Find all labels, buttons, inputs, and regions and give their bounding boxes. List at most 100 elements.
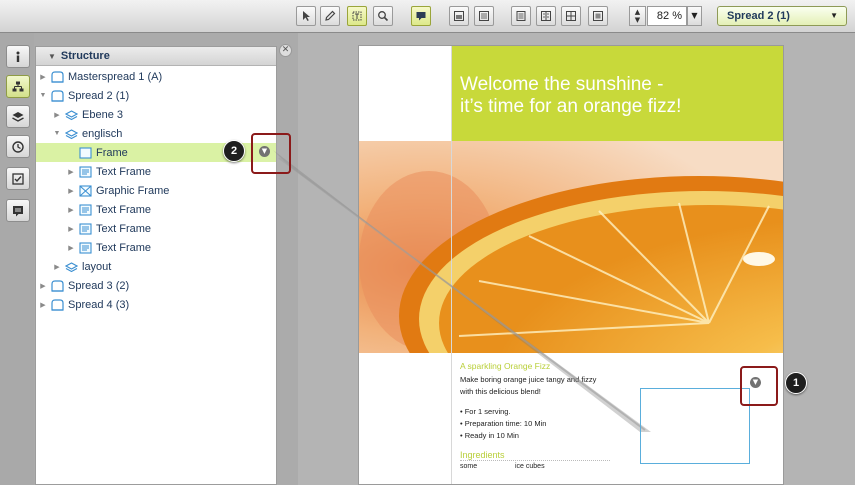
grid-view-icon[interactable] xyxy=(561,6,581,26)
tree-item-label: Text Frame xyxy=(96,165,152,178)
collapse-triangle-icon: ▼ xyxy=(48,52,56,61)
expand-right-icon[interactable]: ▶ xyxy=(52,263,62,271)
frame-icon xyxy=(79,146,92,159)
page-headline: Welcome the sunshine - it’s time for an … xyxy=(460,74,760,118)
tree-item-label: Spread 2 (1) xyxy=(68,89,130,102)
layer-icon xyxy=(65,128,78,140)
expand-right-icon[interactable]: ▶ xyxy=(66,168,76,176)
tree-item-label: Graphic Frame xyxy=(96,184,170,197)
fit-page-icon[interactable] xyxy=(588,6,608,26)
zoom-stepper[interactable]: ▲ ▼ xyxy=(629,6,646,26)
expand-right-icon[interactable]: ▶ xyxy=(38,301,48,309)
layer-icon xyxy=(65,109,78,121)
headline-line-1: Welcome the sunshine - xyxy=(460,74,664,95)
zoom-input[interactable]: 82 % xyxy=(647,6,687,26)
expand-down-icon[interactable]: ▼ xyxy=(38,92,48,99)
top-toolbar: ▲ ▼ 82 % ▼ Spread 2 (1) ▼ xyxy=(0,0,855,33)
spread-icon xyxy=(51,70,64,83)
tree-item[interactable]: ▶ Text Frame xyxy=(36,219,276,238)
text-frame-icon xyxy=(79,222,92,235)
ingredients-heading: Ingredients xyxy=(460,450,610,461)
spread-icon xyxy=(51,279,64,292)
expand-right-icon[interactable]: ▶ xyxy=(66,244,76,252)
expand-right-icon[interactable]: ▶ xyxy=(66,206,76,214)
image-view-icon[interactable] xyxy=(449,6,469,26)
bullet-ready-time: • Ready in 10 Min xyxy=(460,431,519,440)
callout-badge-1: 1 xyxy=(785,372,807,394)
tree-item-label: Text Frame xyxy=(96,222,152,235)
structure-panel: ▼ Structure ▶ Masterspread 1 (A) ▼ Spread 2 … xyxy=(35,46,277,485)
zoom-magnifier-icon[interactable] xyxy=(373,6,393,26)
expand-down-icon[interactable]: ▼ xyxy=(52,130,62,137)
expand-right-icon[interactable]: ▶ xyxy=(66,225,76,233)
bullet-prep-time: • Preparation time: 10 Min xyxy=(460,419,547,428)
tree-item-label: Text Frame xyxy=(96,203,152,216)
structure-panel-title: Structure xyxy=(60,50,110,62)
tree-item[interactable]: ▶ Text Frame xyxy=(36,200,276,219)
side-rail xyxy=(0,33,34,485)
callout-highlight-2 xyxy=(251,133,291,174)
graphic-frame-icon xyxy=(79,184,92,197)
tree-item[interactable]: ▶ Text Frame xyxy=(36,162,276,181)
structure-icon[interactable] xyxy=(6,75,30,98)
history-icon[interactable] xyxy=(6,135,30,158)
text-frame-icon xyxy=(79,241,92,254)
callout-highlight-1 xyxy=(740,366,778,406)
tree-item-label: Spread 4 (3) xyxy=(68,298,130,311)
ingredient-row: some ice cubes xyxy=(460,463,620,470)
expand-right-icon[interactable]: ▶ xyxy=(38,282,48,290)
tree-item[interactable]: ▶ Spread 4 (3) xyxy=(36,295,276,314)
selected-frame-outline[interactable] xyxy=(640,388,750,464)
tree-item-label: Frame xyxy=(96,146,128,159)
tree-item[interactable]: ▼ Spread 2 (1) xyxy=(36,86,276,105)
tree-item[interactable]: ▶ layout xyxy=(36,257,276,276)
tree-item-label: layout xyxy=(82,260,112,273)
tree-item[interactable]: ▶ Text Frame xyxy=(36,238,276,257)
close-icon[interactable]: ✕ xyxy=(279,44,292,57)
callout-badge-2: 2 xyxy=(223,140,245,162)
structure-panel-header[interactable]: ▼ Structure xyxy=(36,47,276,66)
text-frame-icon xyxy=(79,165,92,178)
spread-icon xyxy=(51,89,64,102)
headline-line-2: it’s time for an orange fizz! xyxy=(460,96,682,117)
layers-icon[interactable] xyxy=(6,105,30,128)
expand-right-icon[interactable]: ▶ xyxy=(38,73,48,81)
recipe-text-column: A sparkling Orange Fizz Make boring oran… xyxy=(460,361,620,470)
recipe-subtitle: A sparkling Orange Fizz xyxy=(460,361,551,371)
chevron-down-icon: ▼ xyxy=(691,11,698,20)
tree-item-label: Spread 3 (2) xyxy=(68,279,130,292)
info-icon[interactable] xyxy=(6,45,30,68)
bullet-servings: • For 1 serving. xyxy=(460,407,511,416)
tree-item-label: englisch xyxy=(82,127,123,140)
text-frame-icon xyxy=(79,203,92,216)
tree-item[interactable]: ▶ Ebene 3 xyxy=(36,105,276,124)
ingredient-name: ice cubes xyxy=(515,463,545,470)
expand-right-icon[interactable]: ▶ xyxy=(52,111,62,119)
layout-view-icon[interactable] xyxy=(474,6,494,26)
orange-photo xyxy=(359,141,783,353)
tree-item[interactable]: ▼ englisch xyxy=(36,124,276,143)
notes-icon[interactable] xyxy=(6,199,30,222)
expand-right-icon[interactable]: ▶ xyxy=(66,187,76,195)
select-arrow-icon[interactable] xyxy=(296,6,316,26)
double-page-icon[interactable] xyxy=(536,6,556,26)
tree-item-label: Text Frame xyxy=(96,241,152,254)
intro-line-1: Make boring orange juice tangy and fizzy xyxy=(460,375,597,384)
chevron-down-icon: ▼ xyxy=(830,11,838,20)
spread-select[interactable]: Spread 2 (1) ▼ xyxy=(717,6,847,26)
tree-item-label: Masterspread 1 (A) xyxy=(68,70,163,83)
tree-item[interactable]: ▶ Spread 3 (2) xyxy=(36,276,276,295)
tree-item-label: Ebene 3 xyxy=(82,108,123,121)
intro-line-2: with this delicious blend! xyxy=(460,387,541,396)
ingredient-qty: some xyxy=(460,463,478,470)
page-spine xyxy=(451,46,452,484)
tree-item[interactable]: ▶ Graphic Frame xyxy=(36,181,276,200)
text-frame-icon[interactable] xyxy=(347,6,367,26)
comment-icon[interactable] xyxy=(411,6,431,26)
zoom-dropdown-button[interactable]: ▼ xyxy=(687,6,702,26)
pencil-icon[interactable] xyxy=(320,6,340,26)
tree-item[interactable]: ▶ Masterspread 1 (A) xyxy=(36,67,276,86)
checklist-icon[interactable] xyxy=(6,167,30,190)
single-page-icon[interactable] xyxy=(511,6,531,26)
